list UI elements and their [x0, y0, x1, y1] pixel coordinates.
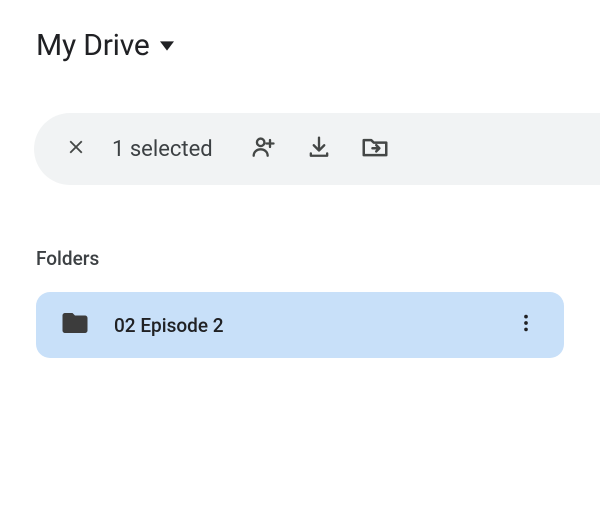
folder-item-label: 02 Episode 2 — [114, 314, 480, 337]
download-icon — [305, 133, 333, 165]
download-button[interactable] — [295, 125, 343, 173]
section-header-folders: Folders — [36, 247, 564, 270]
folder-more-actions-button[interactable] — [504, 303, 548, 347]
folder-icon — [60, 308, 90, 342]
close-icon — [65, 136, 87, 162]
breadcrumb[interactable]: My Drive — [36, 24, 182, 67]
more-vert-icon — [515, 312, 537, 338]
person-add-icon — [249, 133, 277, 165]
share-button[interactable] — [239, 125, 287, 173]
selection-bar: 1 selected — [34, 113, 600, 185]
folder-move-icon — [360, 132, 390, 166]
selection-count: 1 selected — [112, 137, 213, 162]
move-button[interactable] — [351, 125, 399, 173]
breadcrumb-title: My Drive — [36, 28, 150, 63]
chevron-down-icon — [160, 41, 174, 51]
folder-item[interactable]: 02 Episode 2 — [36, 292, 564, 358]
clear-selection-button[interactable] — [52, 125, 100, 173]
